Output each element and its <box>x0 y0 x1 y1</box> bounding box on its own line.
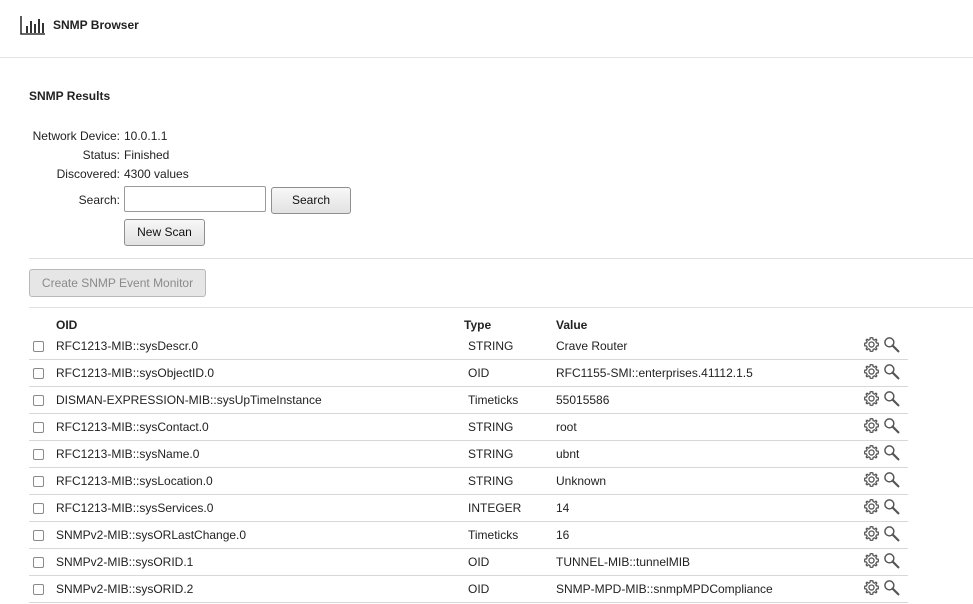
table-row[interactable]: RFC1213-MIB::sysName.0 STRING ubnt <box>29 440 908 468</box>
row-checkbox[interactable] <box>33 341 44 352</box>
gear-icon[interactable] <box>863 552 880 569</box>
app-title: SNMP Browser <box>53 18 139 32</box>
row-checkbox[interactable] <box>33 368 44 379</box>
type-cell: STRING <box>468 447 514 461</box>
oid-cell: SNMPv2-MIB::sysORID.1 <box>56 555 194 569</box>
oid-cell: SNMPv2-MIB::sysORID.2 <box>56 582 194 596</box>
oid-cell: RFC1213-MIB::sysDescr.0 <box>56 339 199 353</box>
status-label: Status: <box>82 148 120 162</box>
oid-cell: RFC1213-MIB::sysContact.0 <box>56 420 209 434</box>
gear-icon[interactable] <box>863 471 880 488</box>
value-cell: 55015586 <box>556 393 610 407</box>
type-cell: Timeticks <box>468 393 519 407</box>
magnifier-icon[interactable] <box>883 417 900 434</box>
row-checkbox[interactable] <box>33 476 44 487</box>
type-cell: OID <box>468 366 490 380</box>
magnifier-icon[interactable] <box>883 579 900 596</box>
value-cell: TUNNEL-MIB::tunnelMIB <box>556 555 691 569</box>
row-checkbox[interactable] <box>33 395 44 406</box>
row-checkbox[interactable] <box>33 584 44 595</box>
table-row[interactable]: RFC1213-MIB::sysContact.0 STRING root <box>29 413 908 441</box>
oid-cell: DISMAN-EXPRESSION-MIB::sysUpTimeInstance <box>56 393 322 407</box>
column-header-type[interactable]: Type <box>464 318 491 332</box>
app-header: SNMP Browser <box>0 0 973 58</box>
value-cell: 14 <box>556 501 570 515</box>
type-cell: INTEGER <box>468 501 522 515</box>
value-cell: 16 <box>556 528 570 542</box>
new-scan-button[interactable]: New Scan <box>124 219 205 246</box>
table-row[interactable]: DISMAN-EXPRESSION-MIB::sysUpTimeInstance… <box>29 386 908 414</box>
device-label: Network Device: <box>32 129 120 143</box>
magnifier-icon[interactable] <box>883 390 900 407</box>
table-row[interactable]: SNMPv2-MIB::sysORID.2 OID SNMP-MPD-MIB::sn… <box>29 575 908 603</box>
column-header-value[interactable]: Value <box>556 318 587 332</box>
gear-icon[interactable] <box>863 390 880 407</box>
oid-cell: SNMPv2-MIB::sysORLastChange.0 <box>56 528 247 542</box>
gear-icon[interactable] <box>863 417 880 434</box>
table-row[interactable]: RFC1213-MIB::sysServices.0 INTEGER 14 <box>29 494 908 522</box>
row-checkbox[interactable] <box>33 557 44 568</box>
bar-chart-icon <box>20 16 45 35</box>
search-input[interactable] <box>124 186 266 212</box>
search-label: Search: <box>78 193 120 207</box>
table-row[interactable]: SNMPv2-MIB::sysORID.1 OID TUNNEL-MIB::tunn… <box>29 548 908 576</box>
row-checkbox[interactable] <box>33 422 44 433</box>
create-snmp-event-monitor-button[interactable]: Create SNMP Event Monitor <box>29 269 206 297</box>
oid-cell: RFC1213-MIB::sysServices.0 <box>56 501 214 515</box>
gear-icon[interactable] <box>863 525 880 542</box>
row-checkbox[interactable] <box>33 530 44 541</box>
type-cell: STRING <box>468 339 514 353</box>
device-value: 10.0.1.1 <box>124 129 168 143</box>
divider <box>29 307 973 308</box>
oid-cell: RFC1213-MIB::sysName.0 <box>56 447 200 461</box>
table-row[interactable]: RFC1213-MIB::sysLocation.0 STRING Unknown <box>29 467 908 495</box>
value-cell: Unknown <box>556 474 607 488</box>
status-value: Finished <box>124 148 170 162</box>
magnifier-icon[interactable] <box>883 498 900 515</box>
gear-icon[interactable] <box>863 444 880 461</box>
value-cell: SNMP-MPD-MIB::snmpMPDCompliance <box>556 582 773 596</box>
gear-icon[interactable] <box>863 498 880 515</box>
magnifier-icon[interactable] <box>883 525 900 542</box>
value-cell: root <box>556 420 577 434</box>
table-row[interactable]: SNMPv2-MIB::sysORLastChange.0 Timeticks 16 <box>29 521 908 549</box>
row-checkbox[interactable] <box>33 449 44 460</box>
divider <box>29 258 973 259</box>
value-cell: ubnt <box>556 447 580 461</box>
gear-icon[interactable] <box>863 579 880 596</box>
value-cell: Crave Router <box>556 339 628 353</box>
type-cell: Timeticks <box>468 528 519 542</box>
oid-cell: RFC1213-MIB::sysLocation.0 <box>56 474 213 488</box>
magnifier-icon[interactable] <box>883 471 900 488</box>
discovered-label: Discovered: <box>56 167 120 181</box>
type-cell: STRING <box>468 420 514 434</box>
gear-icon[interactable] <box>863 363 880 380</box>
table-row[interactable]: RFC1213-MIB::sysDescr.0 STRING Crave Route… <box>29 332 908 360</box>
magnifier-icon[interactable] <box>883 363 900 380</box>
magnifier-icon[interactable] <box>883 552 900 569</box>
type-cell: OID <box>468 582 490 596</box>
column-header-oid[interactable]: OID <box>56 318 77 332</box>
type-cell: STRING <box>468 474 514 488</box>
discovered-value: 4300 values <box>124 167 189 181</box>
search-button[interactable]: Search <box>271 187 351 214</box>
oid-cell: RFC1213-MIB::sysObjectID.0 <box>56 366 215 380</box>
magnifier-icon[interactable] <box>883 336 900 353</box>
magnifier-icon[interactable] <box>883 444 900 461</box>
value-cell: RFC1155-SMI::enterprises.41112.1.5 <box>556 366 753 380</box>
type-cell: OID <box>468 555 490 569</box>
results-title: SNMP Results <box>29 89 111 103</box>
row-checkbox[interactable] <box>33 503 44 514</box>
gear-icon[interactable] <box>863 336 880 353</box>
table-row[interactable]: RFC1213-MIB::sysObjectID.0 OID RFC1155-SMI… <box>29 359 908 387</box>
